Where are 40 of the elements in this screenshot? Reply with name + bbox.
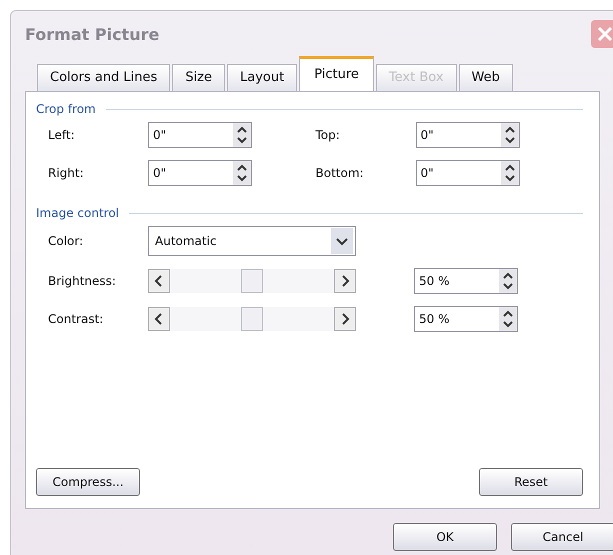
tab[interactable]: Picture (299, 56, 374, 91)
spin-field[interactable]: 0" (416, 160, 520, 186)
spin-field[interactable]: 0" (148, 122, 252, 148)
tab[interactable]: Layout (227, 64, 298, 91)
section-heading: Crop from (36, 102, 96, 116)
scroll-right-button[interactable] (334, 307, 356, 331)
scroll-left-button[interactable] (148, 269, 170, 293)
button[interactable]: Reset (479, 468, 583, 496)
cancel-button[interactable]: Cancel (511, 523, 613, 551)
tab[interactable]: Colors and Lines (37, 64, 170, 91)
scroll-left-button[interactable] (148, 307, 170, 331)
color-dropdown[interactable]: Automatic (148, 226, 356, 256)
spinner-buttons[interactable] (233, 123, 251, 147)
field-label: Bottom: (316, 166, 365, 180)
dropdown-button[interactable] (331, 228, 353, 254)
field-label: Color: (48, 234, 84, 248)
tab[interactable]: Size (172, 64, 225, 91)
field-label: Brightness: (48, 274, 117, 288)
button[interactable]: Compress... (36, 468, 140, 496)
spinner-buttons[interactable] (499, 269, 517, 293)
spin-field[interactable]: 0" (148, 160, 252, 186)
spin-field[interactable]: 50 % (414, 268, 518, 294)
field-label: Left: (48, 128, 76, 142)
ok-button[interactable]: OK (393, 523, 497, 551)
section-heading: Image control (36, 206, 119, 220)
spinner-buttons[interactable] (500, 123, 518, 147)
scroll-right-button[interactable] (334, 269, 356, 293)
field-label: Contrast: (48, 312, 104, 326)
field-label: Right: (48, 166, 85, 180)
slider-thumb[interactable] (241, 307, 263, 331)
spinner-buttons[interactable] (233, 161, 251, 185)
spinner-buttons[interactable] (499, 307, 517, 331)
spin-field[interactable]: 50 % (414, 306, 518, 332)
tab[interactable]: Web (458, 64, 513, 91)
spin-field[interactable]: 0" (416, 122, 520, 148)
field-label: Top: (316, 128, 341, 142)
spinner-buttons[interactable] (500, 161, 518, 185)
slider-thumb[interactable] (241, 269, 263, 293)
close-icon (595, 24, 613, 44)
window-title: Format Picture (25, 24, 160, 44)
